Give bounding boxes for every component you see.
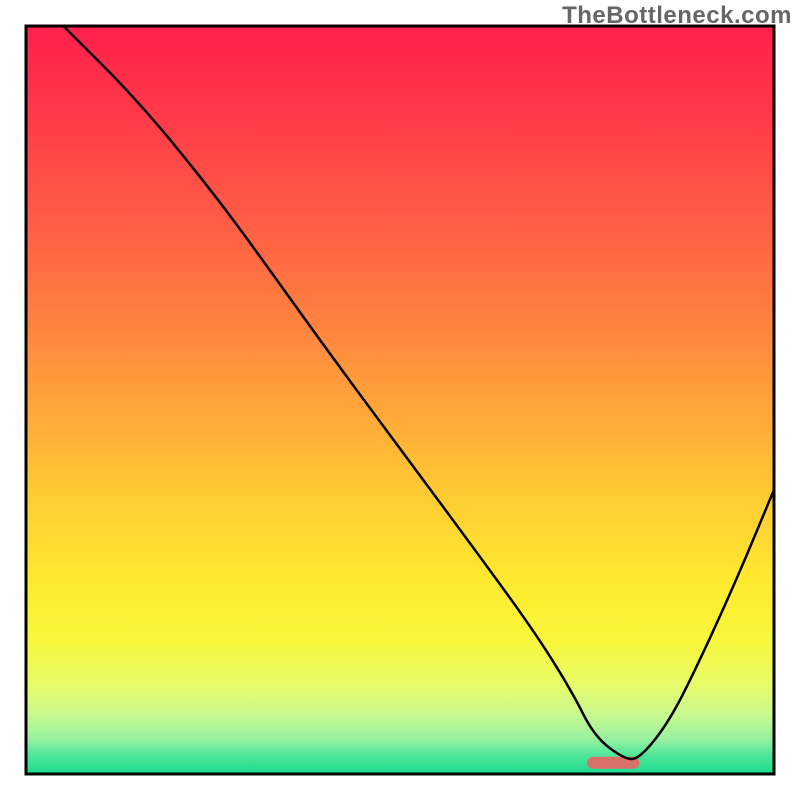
watermark-text: TheBottleneck.com — [562, 2, 792, 30]
chart-container: TheBottleneck.com — [0, 0, 800, 800]
chart-svg — [0, 0, 800, 800]
chart-background — [26, 26, 774, 774]
